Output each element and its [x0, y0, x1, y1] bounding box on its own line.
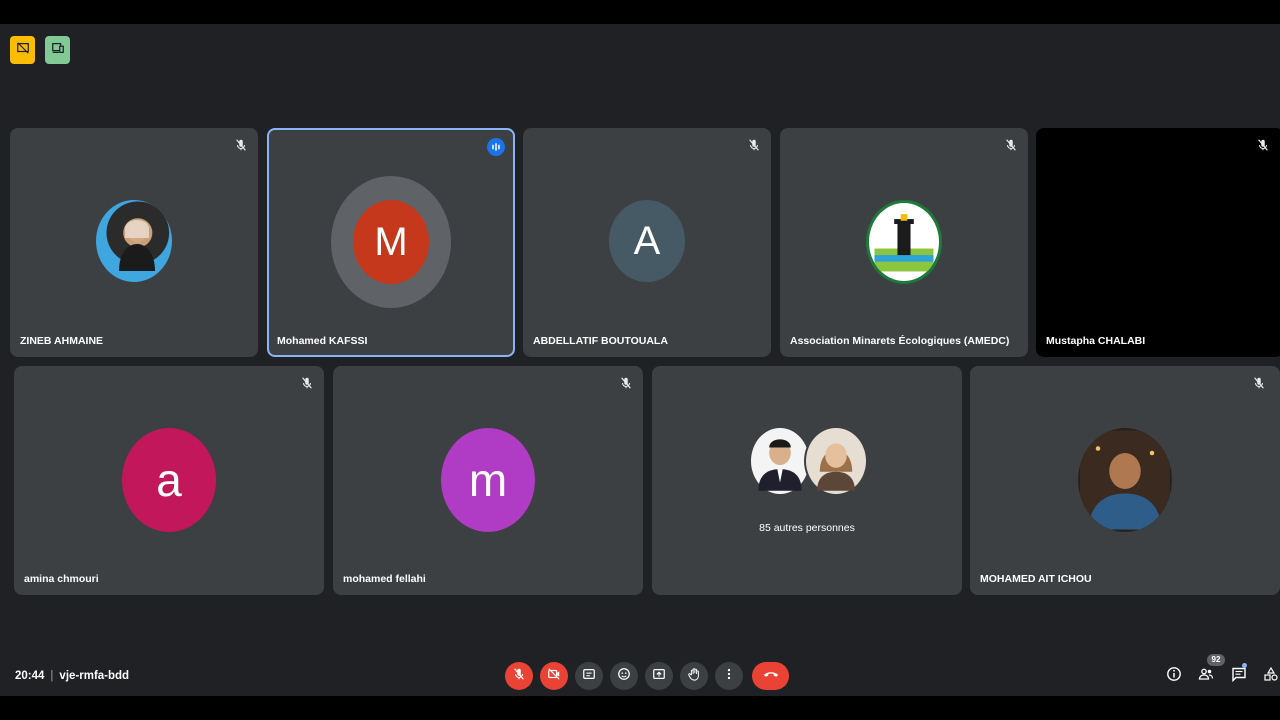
activities-icon — [1263, 666, 1279, 687]
chat-button[interactable] — [1230, 667, 1248, 685]
people-icon — [1198, 666, 1214, 687]
participant-tile-active[interactable]: M Mohamed KAFSSI — [267, 128, 515, 357]
people-button[interactable] — [1197, 667, 1215, 685]
avatar-letter: A — [609, 200, 685, 282]
participant-tile[interactable]: Mustapha CHALABI — [1036, 128, 1280, 357]
participant-name: ABDELLATIF BOUTOUALA — [533, 335, 668, 347]
avatar-letter-text: a — [156, 454, 182, 506]
meeting-stage: ZINEB AHMAINE M Mohamed KAFSSI A ABDELLA… — [0, 24, 1280, 696]
captions-icon — [582, 667, 596, 686]
participant-name: ZINEB AHMAINE — [20, 335, 104, 347]
camera-toggle-button[interactable] — [540, 662, 568, 690]
hangup-icon — [762, 667, 780, 685]
raise-hand-button[interactable] — [680, 662, 708, 690]
clock-separator: | — [50, 670, 54, 682]
meeting-details[interactable]: 20:44 | vje-rmfa-bdd — [15, 670, 129, 682]
participant-tile[interactable]: ZINEB AHMAINE — [10, 128, 258, 357]
participant-tile[interactable]: Association Minarets Écologiques (AMEDC) — [780, 128, 1028, 357]
devices-badge[interactable] — [45, 36, 70, 64]
devices-icon — [51, 41, 65, 60]
others-count-label: 85 autres personnes — [759, 522, 855, 534]
people-count-badge: 92 — [1207, 654, 1225, 666]
mic-off-icon — [1004, 138, 1018, 152]
participant-name: amina chmouri — [24, 573, 99, 585]
others-tile[interactable]: 85 autres personnes — [652, 366, 962, 595]
captions-button[interactable] — [575, 662, 603, 690]
present-icon — [652, 667, 666, 686]
participant-tile[interactable]: a amina chmouri — [14, 366, 324, 595]
more-vert-icon — [722, 667, 736, 686]
mic-off-icon — [512, 667, 526, 686]
avatar-photo — [1078, 428, 1172, 532]
hand-icon — [687, 667, 701, 686]
avatar-photo — [749, 426, 811, 496]
presentation-off-icon — [16, 41, 30, 60]
avatar-photo — [96, 200, 172, 282]
participant-tile[interactable]: MOHAMED AIT ICHOU — [970, 366, 1280, 595]
meeting-info-button[interactable] — [1165, 666, 1183, 687]
microphone-toggle-button[interactable] — [505, 662, 533, 690]
meeting-code: vje-rmfa-bdd — [59, 670, 130, 682]
presentation-badge[interactable] — [10, 36, 35, 64]
clock-time: 20:44 — [15, 670, 45, 682]
participant-name: Association Minarets Écologiques (AMEDC) — [790, 335, 1010, 347]
participant-tile[interactable]: m mohamed fellahi — [333, 366, 643, 595]
avatar-photo — [804, 426, 868, 496]
speaking-icon — [487, 138, 505, 156]
camera-off-icon — [547, 667, 561, 686]
participant-name: Mohamed KAFSSI — [277, 335, 368, 347]
activities-button[interactable] — [1262, 666, 1280, 687]
mic-off-icon — [234, 138, 248, 152]
chat-icon — [1231, 666, 1247, 687]
mic-off-icon — [747, 138, 761, 152]
mic-off-icon — [300, 376, 314, 390]
avatar-letter-text: A — [633, 218, 661, 263]
participant-name: mohamed fellahi — [343, 573, 426, 585]
mic-off-icon — [1256, 138, 1270, 152]
emoji-icon — [617, 667, 631, 686]
participant-tile[interactable]: A ABDELLATIF BOUTOUALA — [523, 128, 771, 357]
association-logo — [866, 200, 942, 284]
avatar-letter: M — [353, 200, 429, 284]
leave-call-button[interactable] — [752, 662, 789, 690]
avatar-letter-text: M — [374, 219, 408, 264]
mic-off-icon — [619, 376, 633, 390]
bottom-bar: 20:44 | vje-rmfa-bdd 92 — [0, 652, 1280, 696]
present-button[interactable] — [645, 662, 673, 690]
avatar-letter: m — [441, 428, 535, 532]
avatar-letter-text: m — [468, 454, 508, 506]
info-icon — [1166, 666, 1182, 687]
more-options-button[interactable] — [715, 662, 743, 690]
chat-unread-dot — [1242, 663, 1247, 668]
mic-off-icon — [1252, 376, 1266, 390]
avatar-letter: a — [122, 428, 216, 532]
participant-name: MOHAMED AIT ICHOU — [980, 573, 1092, 585]
reactions-button[interactable] — [610, 662, 638, 690]
participant-name: Mustapha CHALABI — [1046, 335, 1146, 347]
